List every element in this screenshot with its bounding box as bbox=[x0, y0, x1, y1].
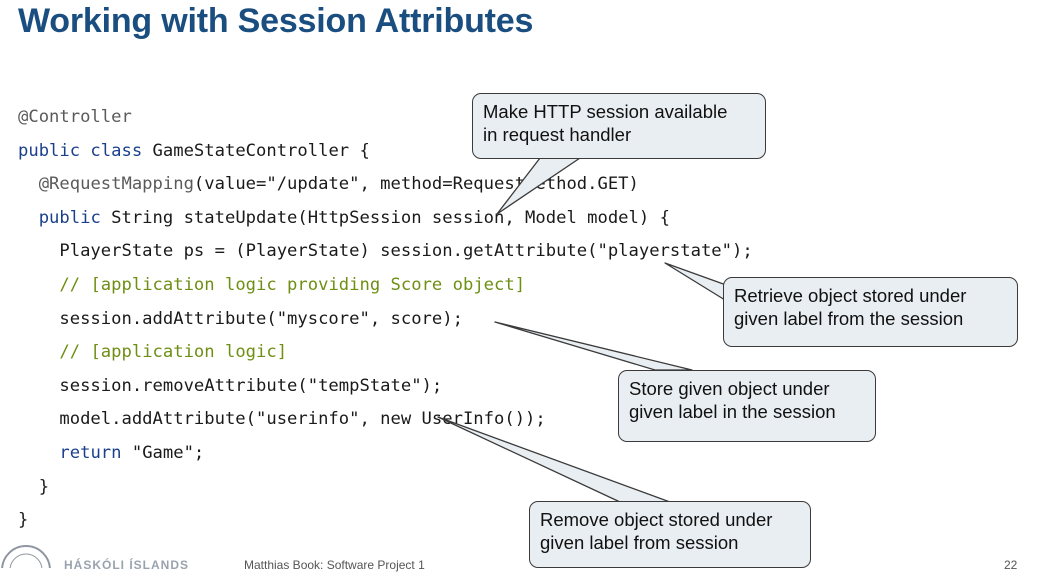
callout-retrieve: Retrieve object stored under given label… bbox=[723, 277, 1018, 347]
callout-remove: Remove object stored under given label f… bbox=[529, 501, 811, 568]
page-number: 22 bbox=[1004, 558, 1018, 572]
footer-author: Matthias Book: Software Project 1 bbox=[244, 558, 425, 572]
university-name: HÁSKÓLI ÍSLANDS bbox=[64, 558, 190, 572]
university-seal-icon bbox=[1, 545, 51, 568]
callout-session-available: Make HTTP session available in request h… bbox=[472, 93, 766, 159]
callout-store: Store given object under given label in … bbox=[618, 370, 876, 442]
callout-pointer-store bbox=[494, 321, 693, 371]
callout-pointer-session bbox=[496, 157, 581, 215]
